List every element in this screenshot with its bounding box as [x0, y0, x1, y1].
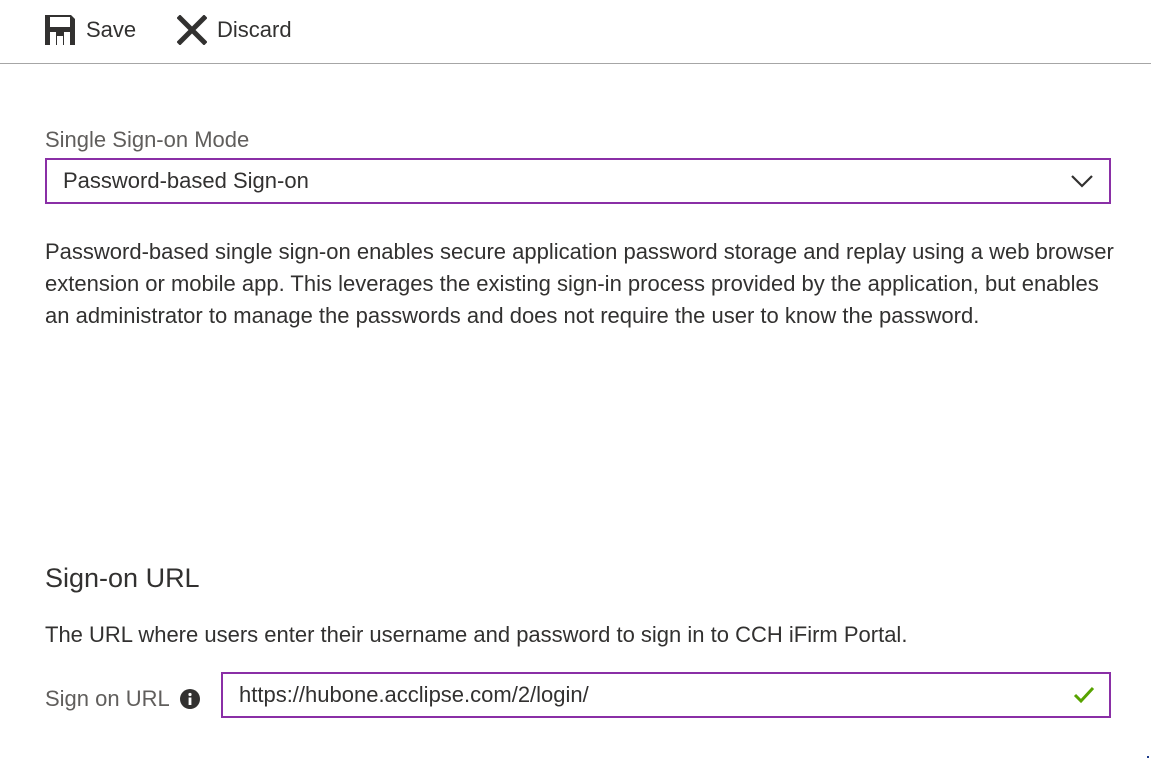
signon-url-label-group: Sign on URL	[45, 684, 200, 714]
chevron-down-icon	[1071, 175, 1093, 188]
signon-url-description: The URL where users enter their username…	[45, 622, 908, 647]
sso-settings-page: Save Discard Single Sign-on Mode Passwor…	[0, 0, 1151, 759]
command-bar: Save Discard	[0, 0, 1151, 64]
sso-mode-dropdown[interactable]: Password-based Sign-on	[45, 158, 1111, 204]
sso-mode-selected-value: Password-based Sign-on	[63, 168, 309, 193]
signon-url-label: Sign on URL	[45, 686, 170, 711]
sso-mode-label: Single Sign-on Mode	[45, 127, 250, 152]
save-label: Save	[86, 17, 137, 42]
discard-label: Discard	[217, 17, 292, 42]
signon-url-field	[221, 672, 1111, 718]
close-icon	[177, 15, 207, 45]
signon-url-input[interactable]	[223, 674, 1063, 716]
save-button[interactable]: Save	[44, 12, 136, 48]
discard-button[interactable]: Discard	[177, 12, 292, 48]
checkmark-icon	[1073, 686, 1095, 704]
corner-dot	[1147, 756, 1149, 758]
signon-url-heading: Sign-on URL	[45, 563, 200, 593]
info-icon[interactable]	[179, 689, 200, 709]
save-icon	[45, 15, 75, 45]
sso-mode-description: Password-based single sign-on enables se…	[45, 239, 1114, 328]
